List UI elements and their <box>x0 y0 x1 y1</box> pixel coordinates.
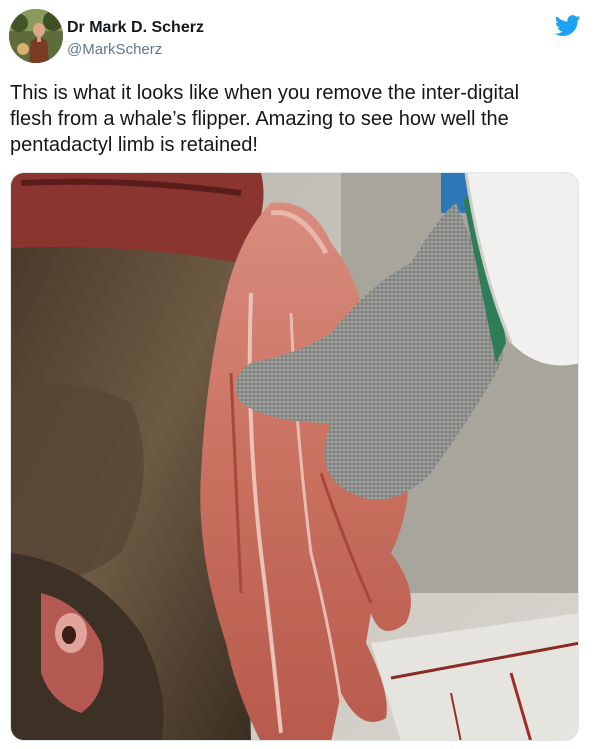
author-handle[interactable]: @MarkScherz <box>67 41 162 58</box>
tweet-header: Dr Mark D. Scherz @MarkScherz <box>9 9 584 65</box>
whale-flipper-photo <box>11 173 578 740</box>
tweet-text-line: flesh from a whale’s flipper. Amazing to… <box>10 108 509 130</box>
tweet-text-line: pentadactyl limb is retained! <box>10 134 258 156</box>
tweet-card: Dr Mark D. Scherz @MarkScherz This is wh… <box>0 0 593 749</box>
avatar[interactable] <box>9 9 63 63</box>
tweet-text-line: This is what it looks like when you remo… <box>10 82 520 104</box>
avatar-image <box>9 9 63 63</box>
author-name[interactable]: Dr Mark D. Scherz <box>67 19 204 37</box>
tweet-text: This is what it looks like when you remo… <box>10 80 582 158</box>
tweet-photo[interactable] <box>10 172 579 741</box>
twitter-bird-icon[interactable] <box>554 15 581 37</box>
